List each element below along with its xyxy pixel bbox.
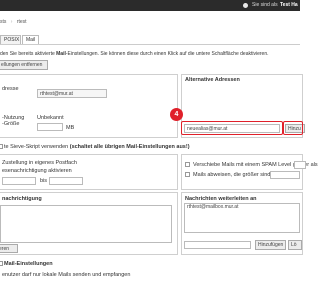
mail-account-panel bbox=[0, 74, 178, 138]
sieve-option-text: te Sieve-Skript verwenden (schaltet alle… bbox=[4, 144, 190, 150]
forward-list-item[interactable]: rthtest@mailbox.mur.at bbox=[187, 204, 238, 210]
notification-textarea[interactable] bbox=[0, 205, 172, 243]
forward-add-button[interactable]: Hinzufügen bbox=[255, 240, 286, 250]
forward-address-list[interactable]: rthtest@mailbox.mur.at bbox=[184, 203, 300, 233]
usage-value: Unbekannt bbox=[37, 115, 64, 121]
top-bar: Sie sind als Test Ha bbox=[0, 0, 300, 11]
address-label: dresse bbox=[2, 86, 19, 92]
add-button-highlight-frame bbox=[283, 121, 303, 135]
forward-title: Nachrichten weiterleiten an bbox=[185, 196, 257, 202]
size-label: -Größe bbox=[2, 121, 20, 127]
user-name[interactable]: Test Ha bbox=[280, 2, 298, 8]
sieve-script-checkbox[interactable] bbox=[0, 144, 3, 149]
step-number-badge: 4 bbox=[170, 108, 183, 121]
user-status-dot-icon bbox=[243, 3, 248, 8]
forward-address-input[interactable] bbox=[184, 241, 251, 249]
mail-address-field[interactable]: rthtest@mur.at bbox=[37, 89, 107, 98]
alternative-addresses-title: Alternative Adressen bbox=[185, 77, 240, 83]
vacation-notice-label: esenachrichtigung aktivieren bbox=[2, 168, 72, 174]
vacation-from-date[interactable] bbox=[2, 177, 36, 185]
mail-settings-checkbox[interactable] bbox=[0, 261, 3, 266]
user-status-text: Sie sind als bbox=[252, 2, 278, 8]
notification-clear-button[interactable]: eren bbox=[0, 244, 18, 253]
breadcrumb-separator-icon: › bbox=[10, 19, 13, 25]
mail-settings-title: Mail-Einstellungen bbox=[4, 261, 53, 267]
remove-settings-button[interactable]: ellungen entfernen bbox=[0, 60, 48, 70]
vacation-to-date[interactable] bbox=[49, 177, 83, 185]
max-size-field[interactable] bbox=[270, 171, 300, 179]
forward-delete-button[interactable]: Lö bbox=[288, 240, 302, 250]
spam-move-checkbox[interactable] bbox=[185, 162, 190, 167]
breadcrumb-item[interactable]: rtest bbox=[17, 19, 27, 25]
breadcrumb-item[interactable]: sts bbox=[0, 19, 6, 25]
size-unit: MB bbox=[66, 125, 75, 131]
tab-underline bbox=[0, 44, 300, 45]
tab-posix[interactable]: POSIX bbox=[0, 35, 21, 44]
input-highlight-frame bbox=[181, 121, 283, 135]
local-mail-only-text: enutzer darf nur lokale Mails senden und… bbox=[2, 272, 131, 278]
bis-label: bis bbox=[40, 178, 48, 184]
reject-large-label: Mails abweisen, die größer sind als bbox=[193, 172, 279, 178]
reject-large-checkbox[interactable] bbox=[185, 172, 190, 177]
tab-mail[interactable]: Mail bbox=[22, 35, 39, 44]
notification-title: nachrichtigung bbox=[2, 196, 42, 202]
breadcrumb: sts › rtest bbox=[0, 19, 27, 25]
spam-level-field[interactable] bbox=[294, 161, 306, 169]
delivery-own-mailbox-label: Zustellung in eigenes Postfach bbox=[2, 160, 77, 166]
intro-text: den Sie bereits aktivierte Mail-Einstell… bbox=[0, 51, 269, 57]
quota-size-field[interactable] bbox=[37, 123, 63, 131]
